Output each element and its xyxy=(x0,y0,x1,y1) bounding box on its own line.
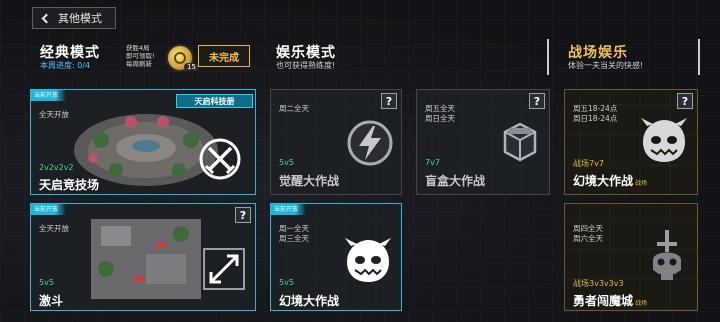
resize-arrows-icon xyxy=(203,248,245,290)
help-button[interactable]: ? xyxy=(677,93,693,109)
entertainment-section-header: 娱乐模式 也可获得熟练度! xyxy=(268,39,549,75)
help-button[interactable]: ? xyxy=(529,93,545,109)
demon-castle-name-text: 勇者闯魔城 xyxy=(573,294,634,308)
brawl-team-size: 5v5 xyxy=(39,278,54,287)
help-button[interactable]: ? xyxy=(381,93,397,109)
battle-section-header: 战场娱乐 体验一夫当关的快感! xyxy=(560,39,700,75)
brawl-schedule: 全天开放 xyxy=(39,224,69,233)
illusion-battle-mode-card[interactable]: 周五18-24点 周日18-24点 战场7v7 幻境大作战 战场 ? xyxy=(564,89,698,195)
blindbox-schedule-line1: 周五全天 xyxy=(425,104,455,113)
illusion-schedule-line2: 周三全天 xyxy=(279,234,309,243)
demon-castle-mode-card[interactable]: 周四全天 周六全天 战场3v3v3v3 勇者闯魔城 战场 xyxy=(564,203,698,311)
reward-line1: 获胜4局 xyxy=(126,44,150,52)
blindbox-schedule-line2: 周日全天 xyxy=(425,114,455,123)
blindbox-mode-card[interactable]: 周五全天 周日全天 7v7 盲盒大作战 ? xyxy=(416,89,550,195)
back-label: 其他模式 xyxy=(58,12,102,25)
reward-status-button[interactable]: 未完成 xyxy=(198,45,250,67)
illusion-battle-team-size: 战场7v7 xyxy=(573,159,604,168)
blindbox-schedule: 周五全天 周日全天 xyxy=(425,104,455,124)
entertainment-subtitle: 也可获得熟练度! xyxy=(276,61,336,70)
illusion-battle-schedule-line1: 周五18-24点 xyxy=(573,104,618,113)
illusion-battle-schedule: 周五18-24点 周日18-24点 xyxy=(573,104,617,124)
reward-coin-count: 15 xyxy=(184,63,199,71)
lightning-shield-icon xyxy=(347,120,393,166)
illusion-team-size: 5v5 xyxy=(279,278,294,287)
demon-castle-team-size: 战场3v3v3v3 xyxy=(573,279,624,288)
monster-head-icon xyxy=(345,238,391,282)
awaken-schedule: 周二全天 xyxy=(279,104,309,113)
brawl-mode-name: 激斗 xyxy=(39,294,64,308)
awaken-team-size: 5v5 xyxy=(279,158,294,167)
help-button[interactable]: ? xyxy=(235,207,251,223)
battlefield-tag: 战场 xyxy=(635,300,648,307)
brawl-map-image xyxy=(91,219,201,299)
illusion-battle-mode-name: 幻境大作战 战场 xyxy=(573,172,647,189)
demon-castle-schedule: 周四全天 周六全天 xyxy=(573,224,603,244)
arena-mode-name: 天启竞技场 xyxy=(39,178,100,192)
open-now-tag: 当前开放 xyxy=(31,90,67,101)
chevron-left-icon xyxy=(41,13,52,24)
classic-title: 经典模式 xyxy=(40,45,100,61)
illusion-schedule-line1: 周一全天 xyxy=(279,224,309,233)
arena-schedule: 全天开放 xyxy=(39,110,69,119)
battle-subtitle: 体验一夫当关的快感! xyxy=(568,61,644,70)
awaken-mode-name: 觉醒大作战 xyxy=(279,174,340,188)
open-now-tag: 当前开放 xyxy=(271,204,307,215)
illusion-battle-schedule-line2: 周日18-24点 xyxy=(573,114,618,123)
illusion-battle-name-text: 幻境大作战 xyxy=(573,174,634,188)
demon-castle-schedule-line1: 周四全天 xyxy=(573,224,603,233)
skull-sword-icon xyxy=(653,230,681,280)
weekly-reward-info: 获胜4局 即可领取! 每周刷新 xyxy=(126,44,155,68)
awaken-mode-card[interactable]: 周二全天 5v5 觉醒大作战 ? xyxy=(270,89,402,195)
illusion-mode-name: 幻境大作战 xyxy=(279,294,340,308)
reward-line3: 每周刷新 xyxy=(126,60,152,68)
blindbox-team-size: 7v7 xyxy=(425,158,440,167)
illusion-schedule: 周一全天 周三全天 xyxy=(279,224,309,244)
tech-handbook-badge[interactable]: 天启科技册 xyxy=(176,94,253,108)
illusion-mode-card[interactable]: 当前开放 周一全天 周三全天 5v5 幻境大作战 xyxy=(270,203,402,311)
battle-title: 战场娱乐 xyxy=(568,45,628,61)
open-now-tag: 当前开放 xyxy=(31,204,67,215)
demon-castle-mode-name: 勇者闯魔城 战场 xyxy=(573,292,647,309)
blindbox-mode-name: 盲盒大作战 xyxy=(425,174,486,188)
arena-team-size: 2v2v2v2 xyxy=(39,163,74,172)
back-button[interactable]: 其他模式 xyxy=(32,7,116,29)
demon-castle-schedule-line2: 周六全天 xyxy=(573,234,603,243)
lucky-box-icon xyxy=(503,122,537,162)
battlefield-tag: 战场 xyxy=(635,180,648,187)
monster-head-icon xyxy=(641,118,687,162)
classic-progress: 本周进度: 0/4 xyxy=(40,61,91,70)
crossed-swords-icon xyxy=(199,138,241,180)
entertainment-title: 娱乐模式 xyxy=(276,45,336,61)
brawl-mode-card[interactable]: 当前开放 全天开放 5v5 激斗 ? xyxy=(30,203,256,311)
reward-line2: 即可领取! xyxy=(126,52,155,60)
